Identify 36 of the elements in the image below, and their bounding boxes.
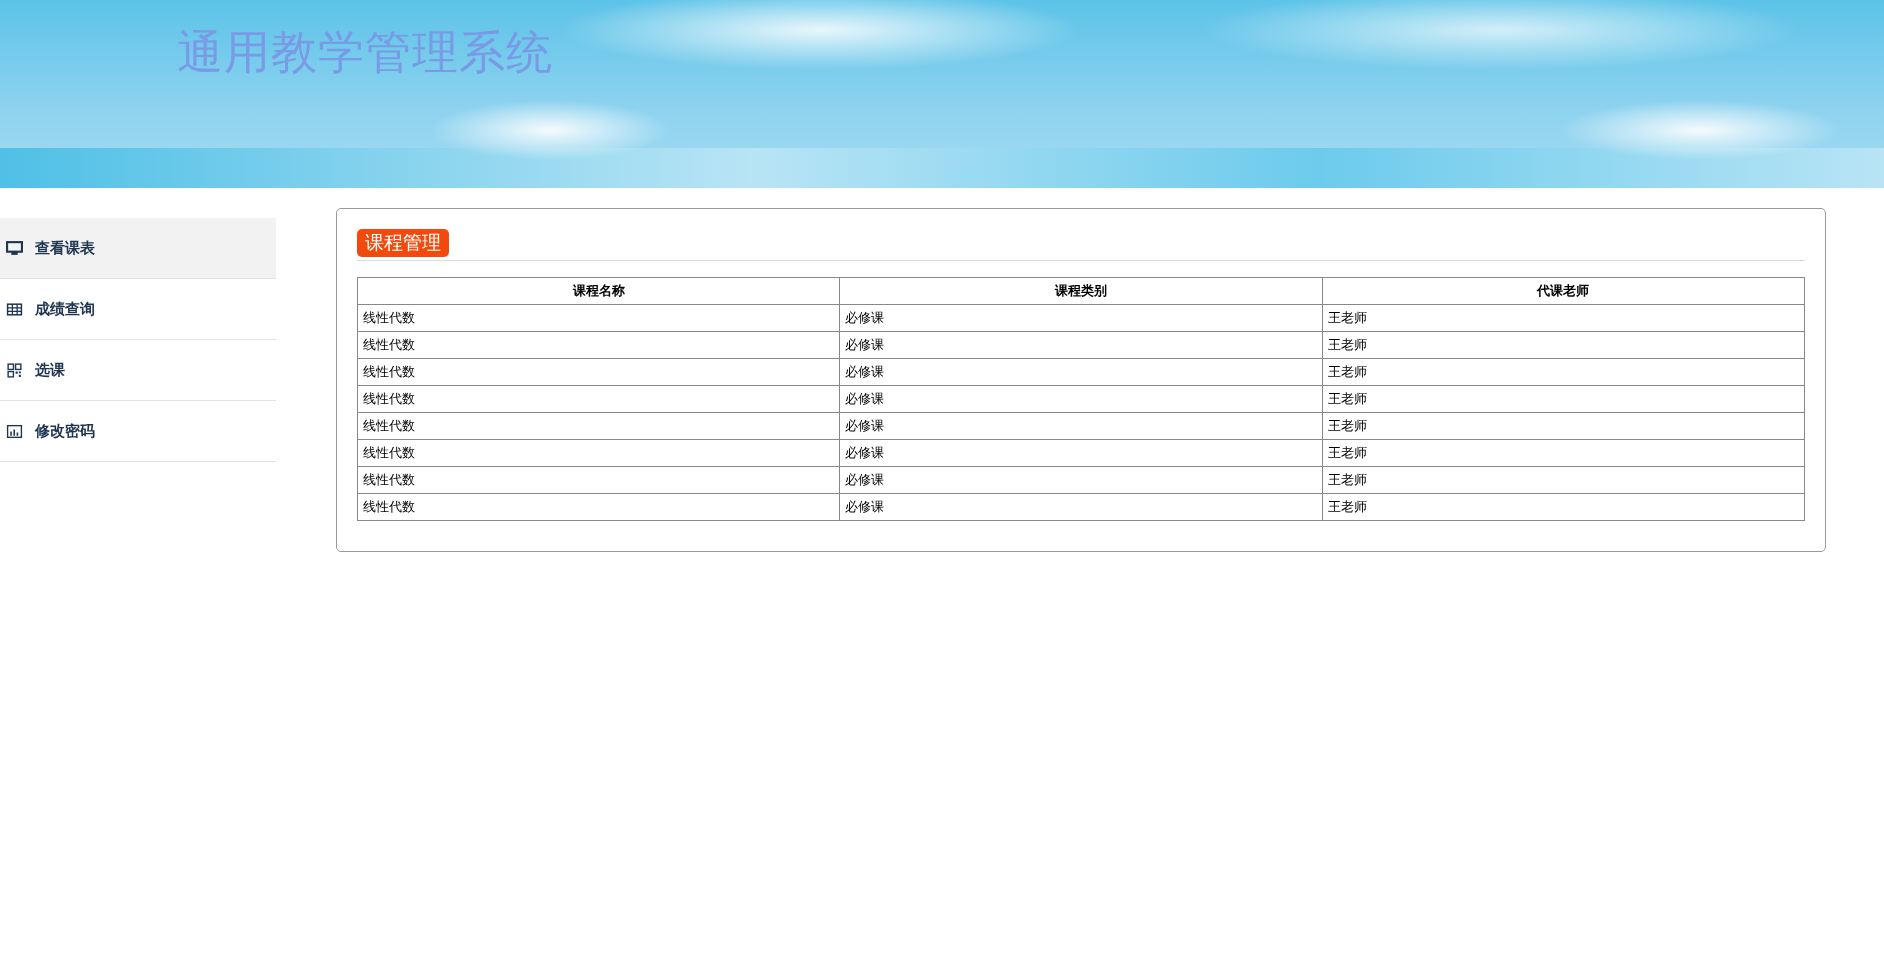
table-icon: [6, 300, 23, 318]
sidebar-item[interactable]: 成绩查询: [0, 279, 276, 340]
table-cell: 王老师: [1322, 439, 1805, 467]
column-header: 课程类别: [839, 277, 1323, 305]
table-cell: 必修课: [839, 331, 1323, 359]
table-cell: 王老师: [1322, 493, 1805, 521]
column-header: 代课老师: [1322, 277, 1805, 305]
sidebar-item[interactable]: 选课: [0, 340, 276, 401]
table-cell: 王老师: [1322, 385, 1805, 413]
table-cell: 线性代数: [357, 385, 840, 413]
table-cell: 必修课: [839, 385, 1323, 413]
table-cell: 必修课: [839, 493, 1323, 521]
table-cell: 王老师: [1322, 331, 1805, 359]
table-cell: 线性代数: [357, 493, 840, 521]
sidebar-item[interactable]: 查看课表: [0, 218, 276, 279]
table-cell: 线性代数: [357, 358, 840, 386]
table-cell: 必修课: [839, 304, 1323, 332]
table-cell: 线性代数: [357, 466, 840, 494]
bar-chart-icon: [6, 422, 23, 440]
table-cell: 王老师: [1322, 304, 1805, 332]
panel-title: 课程管理: [357, 229, 449, 257]
table-cell: 必修课: [839, 466, 1323, 494]
monitor-icon: [6, 239, 23, 257]
table-cell: 必修课: [839, 412, 1323, 440]
table-cell: 线性代数: [357, 304, 840, 332]
table-cell: 必修课: [839, 439, 1323, 467]
table-cell: 王老师: [1322, 358, 1805, 386]
table-cell: 线性代数: [357, 412, 840, 440]
table-cell: 必修课: [839, 358, 1323, 386]
table-cell: 王老师: [1322, 466, 1805, 494]
table-cell: 王老师: [1322, 412, 1805, 440]
grid-icon: [6, 361, 23, 379]
table-cell: 线性代数: [357, 331, 840, 359]
sidebar-item[interactable]: 修改密码: [0, 401, 276, 462]
table-cell: 线性代数: [357, 439, 840, 467]
column-header: 课程名称: [357, 277, 840, 305]
